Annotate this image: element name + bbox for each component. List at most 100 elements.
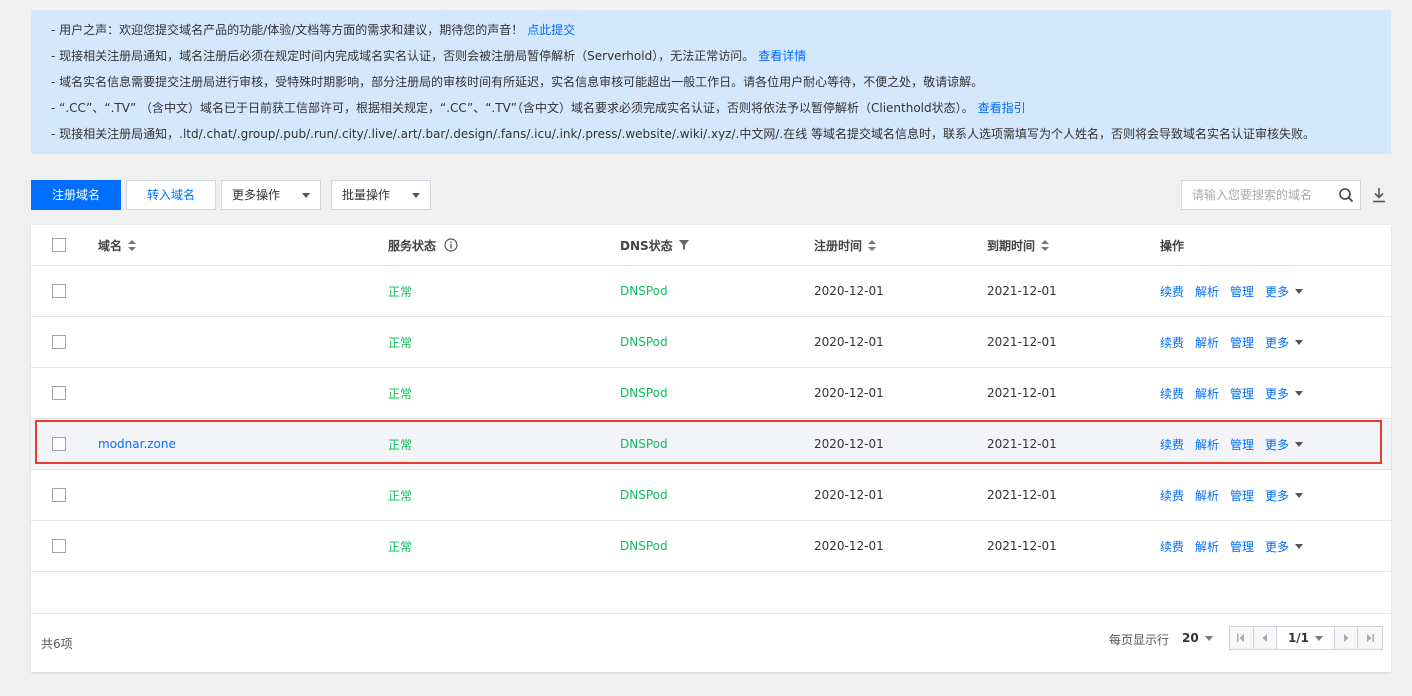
notice-line: - 现接相关注册局通知，域名注册后必须在规定时间内完成域名实名认证，否则会被注册… [51, 43, 1371, 69]
column-header-name[interactable]: 域名 [98, 225, 137, 265]
search-icon[interactable] [1338, 187, 1354, 203]
more-dropdown[interactable]: 更多 [1265, 334, 1304, 351]
resolve-link[interactable]: 解析 [1195, 334, 1219, 351]
more-dropdown[interactable]: 更多 [1265, 487, 1304, 504]
registered-cell: 2020-12-01 [814, 437, 884, 451]
manage-link[interactable]: 管理 [1230, 385, 1254, 402]
column-header-dns: DNS状态 [620, 225, 689, 265]
manage-link[interactable]: 管理 [1230, 334, 1254, 351]
table-row: 正常 DNSPod 2020-12-01 2021-12-01 续费 解析 管理… [31, 266, 1391, 317]
column-header-status: 服务状态 [388, 225, 458, 265]
registered-cell: 2020-12-01 [814, 335, 884, 349]
table-row: 正常 DNSPod 2020-12-01 2021-12-01 续费 解析 管理… [31, 470, 1391, 521]
more-dropdown[interactable]: 更多 [1265, 385, 1304, 402]
search-box [1181, 180, 1361, 210]
notice-link-details[interactable]: 查看详情 [758, 49, 806, 63]
batch-operations-dropdown[interactable]: 批量操作 [331, 180, 431, 210]
first-page-button[interactable] [1230, 627, 1254, 649]
more-dropdown[interactable]: 更多 [1265, 538, 1304, 555]
resolve-link[interactable]: 解析 [1195, 538, 1219, 555]
status-cell: 正常 [388, 437, 413, 452]
manage-link[interactable]: 管理 [1230, 436, 1254, 453]
prev-page-icon [1262, 634, 1268, 642]
register-domain-button[interactable]: 注册域名 [31, 180, 121, 210]
chevron-down-icon [1295, 492, 1304, 498]
manage-link[interactable]: 管理 [1230, 538, 1254, 555]
page-select[interactable]: 1/1 [1277, 627, 1335, 649]
column-header-registered[interactable]: 注册时间 [814, 225, 877, 265]
per-page-value: 20 [1182, 631, 1199, 645]
column-header-label: 到期时间 [987, 238, 1036, 253]
column-header-expires[interactable]: 到期时间 [987, 225, 1050, 265]
more-label: 更多 [1265, 488, 1290, 503]
next-page-button[interactable] [1334, 627, 1359, 649]
row-checkbox[interactable] [52, 539, 66, 553]
filter-icon[interactable] [678, 240, 689, 250]
row-checkbox-cell [52, 317, 66, 367]
expires-cell: 2021-12-01 [987, 437, 1057, 451]
sort-icon[interactable] [868, 239, 877, 251]
row-checkbox[interactable] [52, 488, 66, 502]
row-checkbox-cell [52, 470, 66, 520]
dns-cell: DNSPod [620, 539, 668, 553]
table-header: 域名 服务状态 DNS状态 注册时间 到期时间 操作 [31, 225, 1391, 266]
row-checkbox[interactable] [52, 284, 66, 298]
notice-link-submit[interactable]: 点此提交 [527, 23, 575, 37]
sort-icon[interactable] [1041, 239, 1050, 251]
prev-page-button[interactable] [1253, 627, 1278, 649]
last-page-icon [1367, 634, 1375, 642]
table-row: modnar.zone 正常 DNSPod 2020-12-01 2021-12… [31, 419, 1391, 470]
registered-cell: 2020-12-01 [814, 284, 884, 298]
row-checkbox-cell [52, 419, 66, 469]
domain-table: 域名 服务状态 DNS状态 注册时间 到期时间 操作 正常 DNSPod 202… [31, 225, 1391, 672]
per-page-label: 每页显示行 [1109, 633, 1170, 647]
chevron-down-icon [412, 193, 420, 198]
more-label: 更多 [1265, 284, 1290, 299]
chevron-down-icon [1295, 339, 1304, 345]
notice-line: - “.CC”、“.TV” （含中文）域名已于日前获工信部许可，根据相关规定，“… [51, 95, 1371, 121]
column-header-label: DNS状态 [620, 238, 673, 253]
notice-line: - 域名实名信息需要提交注册局进行审核，受特殊时期影响，部分注册局的审核时间有所… [51, 69, 1371, 95]
more-operations-dropdown[interactable]: 更多操作 [221, 180, 321, 210]
more-dropdown[interactable]: 更多 [1265, 283, 1304, 300]
resolve-link[interactable]: 解析 [1195, 385, 1219, 402]
renew-link[interactable]: 续费 [1160, 436, 1184, 453]
column-header-label: 域名 [98, 238, 123, 253]
row-checkbox[interactable] [52, 335, 66, 349]
status-cell: 正常 [388, 386, 413, 401]
chevron-down-icon [1295, 441, 1304, 447]
first-page-icon [1237, 634, 1245, 642]
status-cell: 正常 [388, 284, 413, 299]
status-cell: 正常 [388, 335, 413, 350]
row-checkbox[interactable] [52, 386, 66, 400]
info-icon[interactable] [444, 238, 458, 252]
notice-line: - 现接相关注册局通知，.ltd/.chat/.group/.pub/.run/… [51, 121, 1371, 147]
notice-link-guide[interactable]: 查看指引 [978, 101, 1026, 115]
sort-icon[interactable] [128, 239, 137, 251]
row-checkbox-cell [52, 521, 66, 571]
row-checkbox[interactable] [52, 437, 66, 451]
renew-link[interactable]: 续费 [1160, 334, 1184, 351]
manage-link[interactable]: 管理 [1230, 487, 1254, 504]
resolve-link[interactable]: 解析 [1195, 283, 1219, 300]
search-input[interactable] [1182, 181, 1342, 209]
download-icon[interactable] [1371, 186, 1387, 204]
last-page-button[interactable] [1358, 627, 1382, 649]
renew-link[interactable]: 续费 [1160, 487, 1184, 504]
renew-link[interactable]: 续费 [1160, 538, 1184, 555]
transfer-domain-button[interactable]: 转入域名 [126, 180, 216, 210]
renew-link[interactable]: 续费 [1160, 385, 1184, 402]
more-operations-label: 更多操作 [232, 188, 281, 202]
renew-link[interactable]: 续费 [1160, 283, 1184, 300]
table-row: 正常 DNSPod 2020-12-01 2021-12-01 续费 解析 管理… [31, 368, 1391, 419]
select-all-checkbox[interactable] [52, 238, 66, 252]
resolve-link[interactable]: 解析 [1195, 436, 1219, 453]
more-label: 更多 [1265, 386, 1290, 401]
manage-link[interactable]: 管理 [1230, 283, 1254, 300]
pagination: 1/1 [1229, 626, 1383, 650]
domain-link[interactable]: modnar.zone [98, 437, 176, 451]
column-header-label: 服务状态 [388, 238, 437, 253]
more-dropdown[interactable]: 更多 [1265, 436, 1304, 453]
resolve-link[interactable]: 解析 [1195, 487, 1219, 504]
per-page-select[interactable]: 20 [1182, 631, 1213, 645]
